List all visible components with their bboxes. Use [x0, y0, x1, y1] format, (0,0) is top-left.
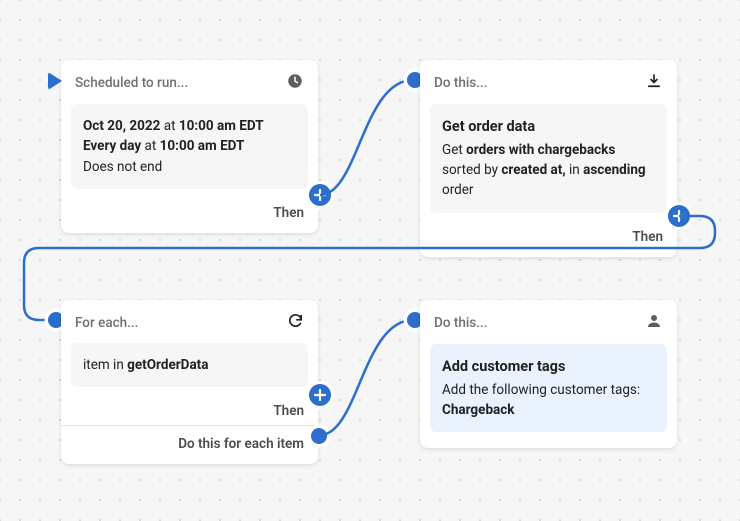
- card-header: Do this...: [420, 60, 677, 104]
- text: Add the following customer tags:: [442, 382, 640, 398]
- add-step-button[interactable]: [309, 384, 331, 406]
- card-get-order-data[interactable]: Do this... Get order data Get orders wit…: [420, 60, 677, 257]
- then-label: Then: [273, 403, 304, 419]
- download-icon: [645, 72, 663, 94]
- card-header: Scheduled to run...: [61, 60, 318, 104]
- end-condition: Does not end: [83, 157, 296, 177]
- text: item in: [83, 357, 127, 373]
- person-icon: [645, 312, 663, 334]
- card-footer: Then: [61, 199, 318, 233]
- card-body: Add customer tags Add the following cust…: [430, 344, 667, 432]
- text: in: [566, 162, 583, 178]
- text: Get: [442, 142, 466, 158]
- card-add-customer-tags[interactable]: Do this... Add customer tags Add the fol…: [420, 300, 677, 448]
- card-footer: Then: [61, 397, 318, 421]
- card-scheduled[interactable]: Scheduled to run... Oct 20, 2022 at 10:0…: [61, 60, 318, 233]
- loop-node-dot: [311, 428, 327, 444]
- card-for-each[interactable]: For each... item in getOrderData Then Do…: [61, 300, 318, 464]
- card-header: For each...: [61, 300, 318, 343]
- text-bold: created at,: [501, 162, 565, 178]
- text-bold: orders with chargebacks: [466, 142, 615, 158]
- card-footer: Then: [420, 223, 677, 257]
- tag-value: Chargeback: [442, 402, 515, 418]
- text: at: [141, 138, 159, 154]
- card-title: Do this...: [434, 75, 487, 91]
- action-name: Get order data: [442, 116, 655, 138]
- start-date: Oct 20, 2022: [83, 118, 160, 134]
- card-body: item in getOrderData: [71, 343, 308, 387]
- card-title: For each...: [75, 315, 138, 331]
- connector: [318, 310, 428, 450]
- text-bold: ascending: [583, 162, 646, 178]
- card-header: Do this...: [420, 300, 677, 344]
- text: at: [160, 118, 178, 134]
- card-body: Get order data Get orders with chargebac…: [430, 104, 667, 213]
- clock-icon: [286, 72, 304, 94]
- card-body: Oct 20, 2022 at 10:00 am EDT Every day a…: [71, 104, 308, 189]
- card-title: Scheduled to run...: [75, 75, 188, 91]
- variable-name: getOrderData: [127, 357, 208, 373]
- text: sorted by: [442, 162, 501, 178]
- card-title: Do this...: [434, 315, 487, 331]
- refresh-icon: [287, 312, 304, 333]
- text: order: [442, 182, 474, 198]
- connector: [318, 70, 428, 210]
- recurrence-time: 10:00 am EDT: [160, 138, 245, 154]
- then-label: Then: [273, 205, 304, 221]
- action-name: Add customer tags: [442, 356, 655, 378]
- then-label: Then: [632, 229, 663, 245]
- add-step-button[interactable]: [668, 205, 690, 227]
- recurrence: Every day: [83, 138, 141, 154]
- start-time: 10:00 am EDT: [179, 118, 264, 134]
- loop-label: Do this for each item: [178, 436, 304, 452]
- add-step-button[interactable]: [309, 184, 331, 206]
- play-icon: [48, 72, 62, 90]
- loop-footer: Do this for each item: [61, 426, 318, 464]
